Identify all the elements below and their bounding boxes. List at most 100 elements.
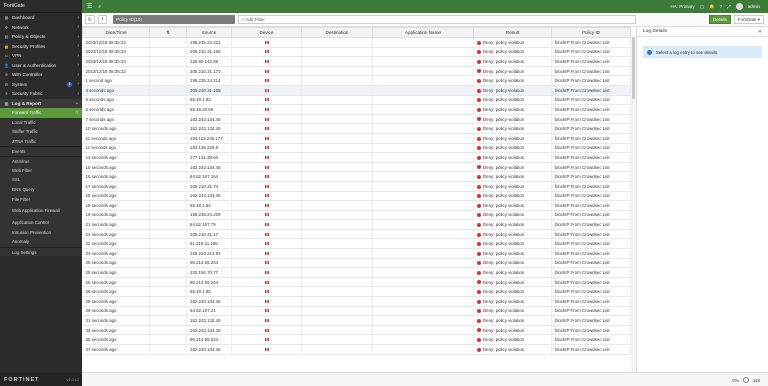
notifications-icon[interactable]: 🔔 bbox=[709, 4, 715, 10]
column-header-empty[interactable]: ⇅ bbox=[149, 27, 187, 38]
table-row[interactable]: 37 seconds ago 162.243.134.45 Deny: policy… bbox=[82, 344, 631, 355]
sidebar-subitem-anomaly[interactable]: Anomaly bbox=[0, 237, 82, 247]
cell-datetime: 21 seconds ago bbox=[82, 219, 150, 230]
table-row[interactable]: 33 seconds ago 162.243.134.45 Deny: policy… bbox=[82, 325, 631, 336]
cell-datetime: 1 second ago bbox=[82, 75, 150, 86]
fullscreen-icon[interactable]: ⤢ bbox=[727, 4, 731, 9]
table-row[interactable]: 26 seconds ago 95.214.55.244 Deny: policy … bbox=[82, 277, 631, 288]
sidebar-subitem-ztna-traffic[interactable]: ZTNA Traffic bbox=[0, 136, 82, 147]
sidebar-subitem-file-filter[interactable]: File Filter bbox=[0, 194, 82, 204]
sidebar-subitem-ssl[interactable]: SSL bbox=[0, 175, 82, 185]
ha-status[interactable]: HA: Primary bbox=[670, 4, 694, 9]
sidebar-subitem-forward-traffic[interactable]: Forward Traffic ☆ bbox=[0, 108, 82, 118]
sidebar-subitem-web-filter[interactable]: Web Filter bbox=[0, 165, 82, 176]
result-text: Deny: policy violation bbox=[483, 250, 525, 256]
result-text: Deny: policy violation bbox=[483, 289, 525, 295]
column-header-result[interactable]: Result bbox=[473, 27, 552, 38]
download-button[interactable]: ⭳ bbox=[97, 15, 108, 24]
column-header-destination[interactable]: Destination bbox=[301, 27, 373, 38]
column-header-source[interactable]: Source bbox=[186, 27, 232, 38]
table-row[interactable]: 28 seconds ago 162.243.134.45 Deny: policy… bbox=[82, 296, 631, 307]
search-icon[interactable]: ⌕ bbox=[98, 4, 101, 10]
help-icon[interactable]: ? bbox=[720, 4, 723, 9]
sidebar-item-vpn[interactable]: ▭ VPN › bbox=[0, 51, 82, 61]
close-icon[interactable]: ✕ bbox=[758, 29, 762, 35]
star-icon[interactable]: ☆ bbox=[75, 110, 79, 116]
sidebar-subitem-intrusion-prevention[interactable]: Intrusion Prevention bbox=[0, 227, 82, 238]
details-label: Details bbox=[712, 17, 727, 22]
sidebar-item-dashboard[interactable]: ▦ Dashboard › bbox=[0, 13, 82, 23]
flag-icon bbox=[264, 347, 269, 351]
table-row[interactable]: 1 second ago 198.235.24.214 Deny: policy v… bbox=[82, 75, 631, 86]
table-row[interactable]: 26 seconds ago 65.49.1.80 Deny: policy vio… bbox=[82, 286, 631, 298]
cell-device bbox=[231, 152, 302, 163]
device-header[interactable]: FortiGate bbox=[0, 0, 82, 13]
table-row[interactable]: 18 seconds ago 65.49.1.84 Deny: policy vio… bbox=[82, 200, 631, 211]
table-row[interactable]: 15 seconds ago 162.243.134.45 Deny: policy… bbox=[82, 162, 631, 173]
sidebar-item-system[interactable]: ⚙ System 1 › bbox=[0, 80, 82, 90]
sidebar-subitem-antivirus[interactable]: AntiVirus bbox=[0, 155, 82, 166]
user-menu[interactable]: admin bbox=[748, 4, 760, 9]
details-button[interactable]: Details bbox=[708, 15, 731, 24]
sidebar-subitem-dns-query[interactable]: DNS Query bbox=[0, 184, 82, 195]
sidebar-item-user-authentication[interactable]: 👤 User & Authentication › bbox=[0, 61, 82, 71]
table-row[interactable]: 11 seconds ago 194.113.236.177 Deny: polic… bbox=[82, 133, 631, 144]
status-count: 118 bbox=[752, 377, 760, 383]
sidebar-item-network[interactable]: ✣ Network › bbox=[0, 23, 82, 33]
device-select[interactable]: FortiGate ▾ bbox=[733, 15, 764, 24]
table-row[interactable]: 25 seconds ago 95.214.55.244 Deny: policy … bbox=[82, 258, 631, 269]
sidebar-subitem-events[interactable]: Events bbox=[0, 146, 82, 156]
column-header-policy-id[interactable]: Policy ID bbox=[551, 27, 631, 38]
table-row[interactable]: 11 seconds ago 183.136.225.9 Deny: policy … bbox=[82, 143, 631, 154]
table-row[interactable]: 21 seconds ago 64.62.197.79 Deny: policy v… bbox=[82, 219, 631, 230]
table-row[interactable]: 24 seconds ago 159.223.213.93 Deny: policy… bbox=[82, 248, 631, 259]
table-row[interactable]: 29 seconds ago 64.62.197.21 Deny: policy v… bbox=[82, 306, 631, 317]
sidebar-item-log-report[interactable]: ▥ Log & Report ⌄ bbox=[0, 98, 82, 108]
terminal-icon[interactable]: ▢ bbox=[700, 4, 704, 10]
cell-policy-id: blockIP From Crowdsec List bbox=[551, 56, 631, 67]
refresh-status-icon[interactable] bbox=[742, 377, 749, 383]
table-row[interactable]: 31 seconds ago 162.243.134.45 Deny: policy… bbox=[82, 315, 631, 326]
table-row[interactable]: 4 seconds ago 205.210.31.165 Deny: policy … bbox=[82, 85, 631, 96]
table-row[interactable]: 18 seconds ago 162.243.134.45 Deny: policy… bbox=[82, 191, 631, 202]
table-row[interactable]: 22 seconds ago 61.219.11.155 Deny: policy … bbox=[82, 238, 631, 250]
sidebar-subitem-web-application-firewall[interactable]: Web Application Firewall bbox=[0, 203, 82, 218]
scrollbar-thumb[interactable] bbox=[632, 37, 635, 99]
sidebar-item-security-fabric[interactable]: ✳ Security Fabric › bbox=[0, 89, 82, 99]
table-row[interactable]: 2023/12/19 08:35:22 198.235.24.221 Deny: p… bbox=[82, 37, 631, 48]
sidebar-subitem-log-settings[interactable]: Log Settings bbox=[0, 246, 82, 257]
table-row[interactable]: 7 seconds ago 162.243.134.45 Deny: policy … bbox=[82, 114, 631, 125]
table-row[interactable]: 21 seconds ago 205.210.31.17 Deny: policy … bbox=[82, 229, 631, 240]
table-row[interactable]: 2023/12/19 08:35:23 205.210.31.169 Deny: p… bbox=[82, 47, 631, 58]
sidebar-item-policy-objects[interactable]: ▤ Policy & Objects › bbox=[0, 32, 82, 42]
table-row[interactable]: 2023/12/19 08:35:23 128.65.142.69 Deny: po… bbox=[82, 56, 631, 67]
table-row[interactable]: 2023/12/19 08:35:22 205.210.31.173 Deny: p… bbox=[82, 66, 631, 77]
table-row[interactable]: 17 seconds ago 205.210.31.74 Deny: policy … bbox=[82, 181, 631, 192]
table-row[interactable]: 5 seconds ago 65.49.1.83 Deny: policy viol… bbox=[82, 95, 631, 106]
avatar[interactable] bbox=[735, 3, 743, 10]
deny-icon bbox=[477, 347, 481, 352]
info-message: Select a log entry to see details. bbox=[643, 46, 762, 58]
refresh-button[interactable]: ↻ bbox=[85, 15, 95, 24]
table-row[interactable]: 13 seconds ago 177.131.28.60 Deny: policy … bbox=[82, 152, 631, 163]
cell-empty bbox=[149, 66, 187, 77]
menu-icon[interactable]: ☰ bbox=[87, 3, 92, 10]
sidebar-item-wifi-controller[interactable]: ≋ WiFi Controller › bbox=[0, 70, 82, 80]
sidebar-subitem-application-control[interactable]: Application Control bbox=[0, 217, 82, 228]
table-row[interactable]: 25 seconds ago 220.194.70.77 Deny: policy … bbox=[82, 267, 631, 278]
column-header-application[interactable]: Application Name bbox=[372, 27, 474, 38]
table-row[interactable]: 5 seconds ago 65.49.20.66 Deny: policy vio… bbox=[82, 104, 631, 115]
filter-chip[interactable]: Policy ID(10) bbox=[113, 15, 235, 24]
table-row[interactable]: 19 seconds ago 198.235.24.229 Deny: policy… bbox=[82, 210, 631, 221]
table-row[interactable]: 35 seconds ago 95.214.55.244 Deny: policy … bbox=[82, 334, 631, 345]
table-row[interactable]: 16 seconds ago 64.62.197.164 Deny: policy … bbox=[82, 171, 631, 182]
add-filter-input[interactable]: ▿ Add Filter bbox=[237, 15, 636, 24]
sidebar-subitem-sniffer-traffic[interactable]: Sniffer Traffic bbox=[0, 127, 82, 137]
cell-source: 64.62.197.79 bbox=[186, 219, 232, 230]
sidebar-subitem-local-traffic[interactable]: Local Traffic bbox=[0, 117, 82, 128]
table-row[interactable]: 10 seconds ago 162.243.134.45 Deny: policy… bbox=[82, 123, 631, 134]
sidebar-item-label: User & Authentication bbox=[12, 62, 57, 68]
column-header-datetime[interactable]: Date/Time bbox=[82, 27, 150, 38]
column-header-device[interactable]: Device bbox=[231, 27, 302, 38]
sidebar-item-security-profiles[interactable]: 🔒 Security Profiles › bbox=[0, 42, 82, 52]
